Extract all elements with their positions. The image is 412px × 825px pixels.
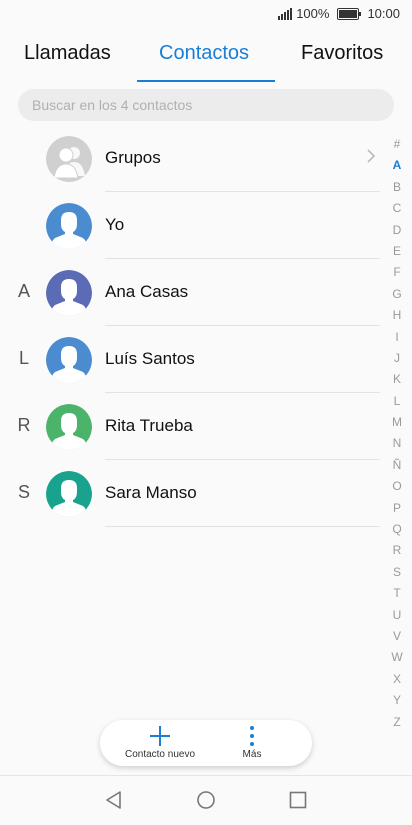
search-input[interactable]	[18, 89, 386, 121]
more-label: Más	[242, 749, 262, 760]
index-letter[interactable]: H	[393, 305, 402, 326]
me-row[interactable]: Yo	[0, 192, 380, 259]
index-letter[interactable]: E	[393, 241, 401, 262]
groups-avatar-icon	[46, 136, 92, 182]
search-bar[interactable]	[18, 89, 394, 121]
recents-square-icon	[289, 791, 307, 809]
index-letter[interactable]: X	[393, 669, 401, 690]
index-letter[interactable]: A	[393, 155, 402, 176]
active-tab-indicator	[137, 80, 275, 82]
contact-name: Sara Manso	[105, 483, 197, 502]
contact-row[interactable]: R Rita Trueba	[0, 393, 380, 460]
section-letter: L	[18, 348, 29, 368]
contact-name: Ana Casas	[105, 282, 189, 301]
section-letter: A	[17, 281, 30, 301]
index-letter[interactable]: W	[391, 647, 402, 668]
contact-row[interactable]: A Ana Casas	[0, 259, 380, 326]
index-letter[interactable]: C	[393, 198, 402, 219]
index-letter[interactable]: S	[393, 562, 401, 583]
plus-icon	[150, 726, 170, 746]
status-bar: 100% 10:00	[0, 0, 412, 30]
divider	[105, 526, 380, 527]
clock: 10:00	[367, 6, 400, 21]
contact-avatar-icon	[46, 471, 92, 517]
index-letter[interactable]: O	[392, 476, 401, 497]
home-button[interactable]	[196, 790, 216, 810]
index-letter[interactable]: K	[393, 369, 401, 390]
navigation-bar	[0, 775, 412, 825]
contact-name: Luís Santos	[105, 349, 195, 368]
index-letter[interactable]: Z	[393, 712, 400, 733]
section-letter: S	[17, 482, 30, 502]
tab-llamadas[interactable]: Llamadas	[24, 42, 111, 65]
back-triangle-icon	[106, 791, 121, 809]
battery-icon	[337, 7, 362, 20]
index-letter[interactable]: T	[393, 583, 400, 604]
section-letter: R	[17, 415, 31, 435]
index-letter[interactable]: P	[393, 498, 401, 519]
contact-name: Rita Trueba	[105, 416, 193, 435]
new-contact-button[interactable]: Contacto nuevo	[110, 722, 210, 764]
index-letter[interactable]: F	[393, 262, 400, 283]
contact-row[interactable]: L Luís Santos	[0, 326, 380, 393]
back-button[interactable]	[104, 790, 124, 810]
recents-button[interactable]	[288, 790, 308, 810]
index-letter[interactable]: G	[392, 284, 401, 305]
more-vertical-icon	[250, 726, 254, 746]
contact-row[interactable]: S Sara Manso	[0, 460, 380, 527]
index-letter[interactable]: U	[393, 605, 402, 626]
groups-row[interactable]: Grupos	[0, 125, 380, 192]
index-letter[interactable]: Ñ	[393, 455, 402, 476]
groups-label: Grupos	[105, 148, 161, 167]
index-letter[interactable]: Q	[392, 519, 401, 540]
tab-bar: Llamadas Contactos Favoritos	[0, 38, 412, 82]
contact-avatar-icon	[46, 337, 92, 383]
me-avatar-icon	[46, 203, 92, 249]
contact-avatar-icon	[46, 270, 92, 316]
signal-icon	[278, 7, 293, 20]
home-circle-icon	[197, 791, 215, 809]
chevron-right-icon	[367, 149, 376, 163]
index-letter[interactable]: D	[393, 220, 402, 241]
index-letter[interactable]: N	[393, 433, 402, 454]
index-letter[interactable]: Y	[393, 690, 401, 711]
index-letter[interactable]: #	[394, 134, 401, 155]
contact-list: Grupos Yo A Ana Casas L Luís Santos R Rita Tr…	[0, 125, 380, 527]
tab-favoritos[interactable]: Favoritos	[301, 42, 383, 65]
index-letter[interactable]: R	[393, 540, 402, 561]
action-bar: Contacto nuevo Más	[100, 720, 312, 766]
index-letter[interactable]: J	[394, 348, 400, 369]
index-letter[interactable]: M	[392, 412, 402, 433]
new-contact-label: Contacto nuevo	[124, 749, 196, 760]
alphabet-index[interactable]: # A B C D E F G H I J K L M N Ñ O P Q R S T U V W X Y Z	[388, 134, 406, 733]
contact-avatar-icon	[46, 404, 92, 450]
index-letter[interactable]: V	[393, 626, 401, 647]
index-letter[interactable]: L	[394, 391, 401, 412]
index-letter[interactable]: B	[393, 177, 401, 198]
index-letter[interactable]: I	[395, 327, 398, 348]
battery-percent: 100%	[296, 6, 330, 21]
tab-contactos[interactable]: Contactos	[159, 42, 249, 65]
me-label: Yo	[105, 215, 125, 234]
more-button[interactable]: Más	[202, 722, 302, 764]
